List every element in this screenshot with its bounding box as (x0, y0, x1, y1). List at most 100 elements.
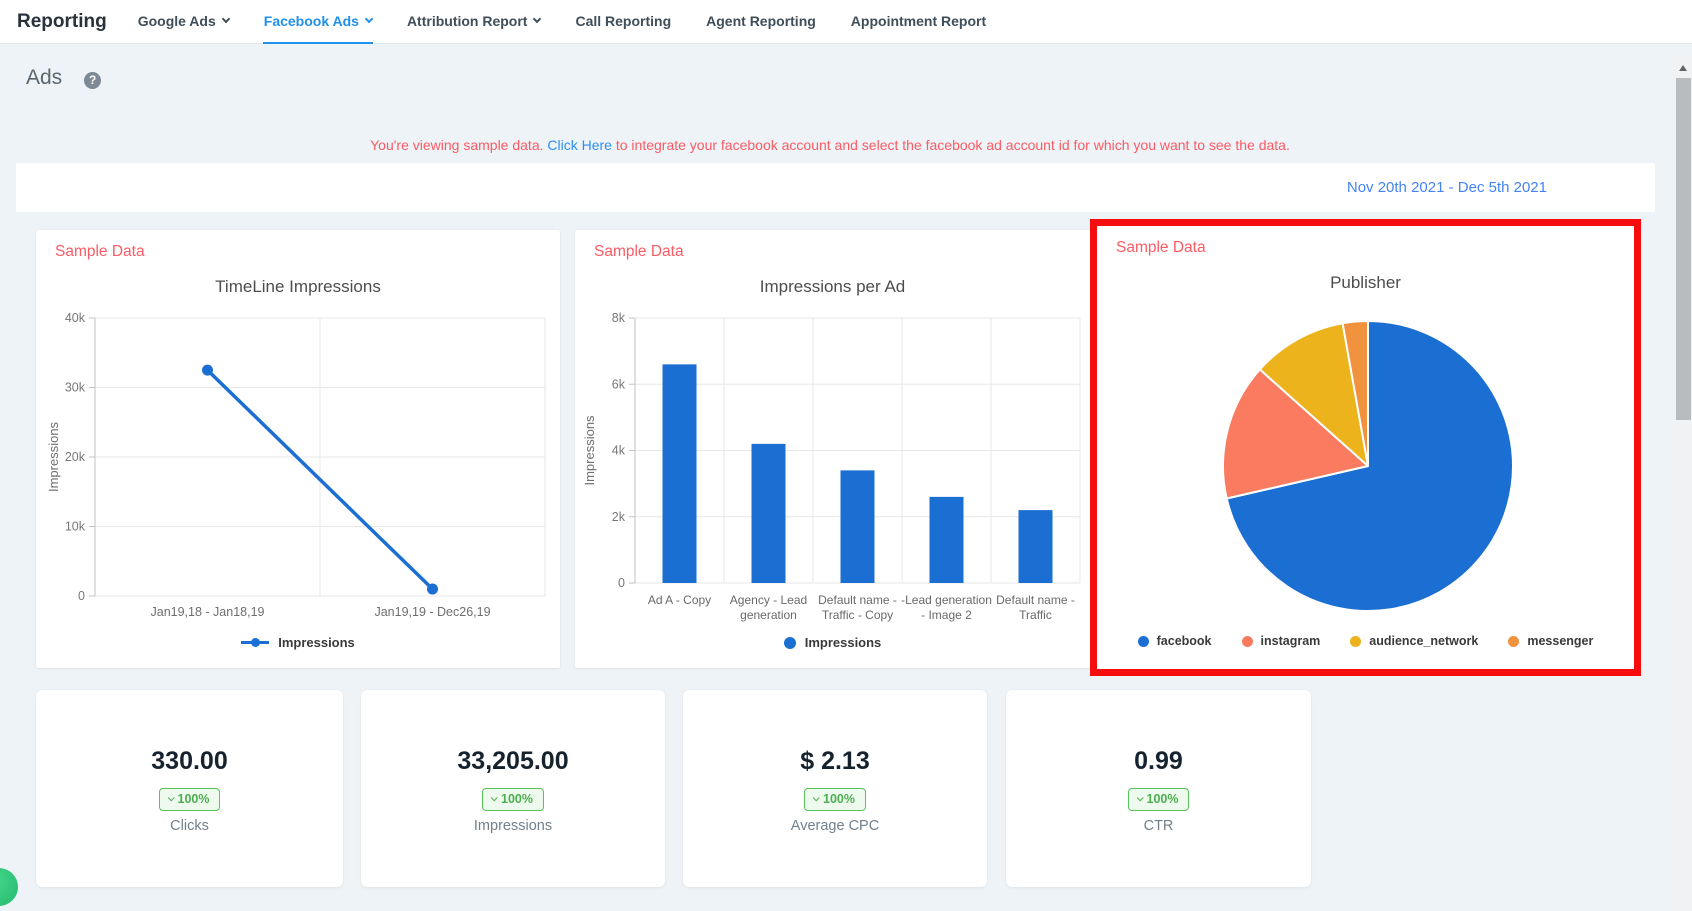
legend-label: Impressions (278, 635, 355, 650)
change-badge: 100% (804, 788, 866, 811)
chevron-down-icon (364, 14, 374, 23)
scrollbar-thumb[interactable] (1676, 78, 1691, 420)
svg-text:Jan19,18 - Jan18,19: Jan19,18 - Jan18,19 (151, 605, 265, 619)
legend-label: messenger (1527, 634, 1594, 648)
svg-text:- Image 2: - Image 2 (921, 608, 972, 622)
line-series-marker-icon (241, 638, 270, 648)
chevron-down-icon (167, 794, 175, 802)
series-dot-icon (1350, 635, 1362, 647)
chart-title: TimeLine Impressions (215, 277, 381, 296)
svg-text:Default name -: Default name - (996, 593, 1075, 607)
svg-text:20k: 20k (65, 450, 86, 464)
chart-legend[interactable]: Impressions (575, 635, 1090, 650)
change-badge: 100% (158, 788, 221, 811)
nav-item-call-reporting[interactable]: Call Reporting (574, 0, 672, 44)
svg-text:Jan19,19 - Dec26,19: Jan19,19 - Dec26,19 (374, 605, 490, 619)
stat-card-ctr: 0.99 100% CTR (1006, 690, 1311, 887)
annotation-highlight-box: Sample Data Publisher facebook instagram… (1090, 219, 1641, 676)
stat-card-clicks: 330.00 100% Clicks (36, 690, 343, 887)
chevron-down-icon (533, 14, 542, 23)
nav-item-attribution-report[interactable]: Attribution Report (406, 0, 542, 44)
legend-label: audience_network (1369, 634, 1479, 648)
sample-data-label: Sample Data (594, 243, 684, 260)
date-range[interactable]: Nov 20th 2021 - Dec 5th 2021 (1347, 163, 1547, 212)
legend-label: facebook (1156, 634, 1212, 648)
svg-text:30k: 30k (65, 381, 86, 395)
series-dot-icon (1508, 635, 1520, 647)
svg-text:generation: generation (740, 608, 797, 622)
chevron-down-icon (812, 794, 820, 802)
help-icon[interactable]: ? (84, 71, 102, 89)
change-value: 100% (501, 792, 533, 806)
chart-title: Publisher (1330, 273, 1401, 292)
nav-tabs: Google Ads Facebook Ads Attribution Repo… (137, 0, 987, 44)
change-badge: 100% (482, 788, 544, 811)
svg-text:Impressions: Impressions (582, 415, 597, 486)
series-dot-icon (1137, 635, 1149, 647)
chart-title: Impressions per Ad (759, 277, 906, 296)
change-badge: 100% (1127, 788, 1190, 811)
nav-item-google-ads[interactable]: Google Ads (137, 0, 231, 44)
nav-item-appointment-report[interactable]: Appointment Report (850, 0, 987, 44)
click-here-link[interactable]: Click Here (547, 137, 612, 153)
legend-item-instagram[interactable]: instagram (1241, 634, 1321, 648)
change-value: 100% (823, 792, 855, 806)
chevron-down-icon (490, 794, 498, 802)
sample-data-label: Sample Data (1116, 239, 1206, 256)
legend-item-messenger[interactable]: messenger (1508, 634, 1593, 648)
svg-text:10k: 10k (65, 520, 86, 534)
stat-label: Clicks (170, 818, 209, 834)
svg-text:40k: 40k (65, 311, 86, 325)
svg-text:6k: 6k (612, 377, 626, 391)
impressions-per-ad-bar-chart[interactable]: 0 2k 4k 6k 8k Impressions Ad A - Copy Agency - … (580, 302, 1085, 634)
chart-legend: facebook instagram audience_network mess… (1097, 634, 1634, 648)
legend-item-audience-network[interactable]: audience_network (1350, 634, 1478, 648)
svg-text:4k: 4k (612, 444, 626, 458)
chart-legend[interactable]: Impressions (36, 635, 560, 650)
svg-text:Agency - Lead: Agency - Lead (730, 593, 807, 607)
series-dot-icon (1241, 635, 1253, 647)
nav-brand: Reporting (17, 10, 107, 32)
timeline-impressions-line-chart[interactable]: 0 10k 20k 30k 40k Impressions Jan19,18 - Jan18… (44, 302, 552, 634)
svg-text:0: 0 (78, 589, 85, 603)
top-nav: Reporting Google Ads Facebook Ads Attrib… (0, 0, 1692, 44)
nav-item-label: Google Ads (137, 12, 216, 29)
svg-text:8k: 8k (612, 311, 626, 325)
stat-label: Average CPC (790, 818, 880, 834)
sample-data-banner: You're viewing sample data. Click Here t… (0, 137, 1660, 153)
chart-card-publisher: Sample Data Publisher facebook instagram… (1097, 226, 1634, 669)
svg-text:Traffic - Copy: Traffic - Copy (822, 608, 893, 622)
legend-label: Impressions (804, 635, 882, 650)
stat-label: Impressions (473, 818, 553, 834)
stat-label: CTR (1143, 818, 1174, 834)
series-dot-icon (783, 636, 796, 649)
page-header: Ads ? (26, 66, 102, 90)
nav-item-label: Appointment Report (850, 12, 987, 29)
legend-label: instagram (1260, 634, 1321, 648)
legend-item-facebook[interactable]: facebook (1137, 634, 1212, 648)
svg-text:Traffic: Traffic (1019, 608, 1052, 622)
svg-text:-Lead generation: -Lead generation (901, 593, 992, 607)
publisher-pie-chart[interactable] (1218, 316, 1518, 616)
nav-item-label: Agent Reporting (706, 12, 816, 29)
nav-item-facebook-ads[interactable]: Facebook Ads (262, 0, 374, 44)
svg-text:Impressions: Impressions (46, 421, 61, 492)
nav-item-agent-reporting[interactable]: Agent Reporting (705, 0, 817, 44)
chart-card-impressions-per-ad: Sample Data Impressions per Ad 0 2k 4k 6k 8k… (575, 230, 1090, 668)
stat-card-impressions: 33,205.00 100% Impressions (361, 690, 665, 887)
svg-text:Default name -: Default name - (818, 593, 897, 607)
chat-widget-button[interactable] (0, 868, 18, 906)
scroll-up-arrow-icon[interactable] (1679, 65, 1687, 71)
svg-text:2k: 2k (612, 510, 626, 524)
chevron-down-icon (221, 14, 231, 23)
vertical-scrollbar (1675, 57, 1692, 911)
banner-text: to integrate your facebook account and s… (615, 137, 1290, 153)
svg-text:0: 0 (618, 576, 625, 590)
change-value: 100% (177, 792, 210, 806)
stat-value: 0.99 (1134, 747, 1183, 775)
chevron-down-icon (1136, 794, 1144, 802)
page-title: Ads (26, 66, 63, 89)
stat-value: 330.00 (151, 747, 228, 775)
date-filter-bar: Nov 20th 2021 - Dec 5th 2021 (16, 163, 1655, 212)
svg-text:Ad A - Copy: Ad A - Copy (648, 593, 711, 607)
